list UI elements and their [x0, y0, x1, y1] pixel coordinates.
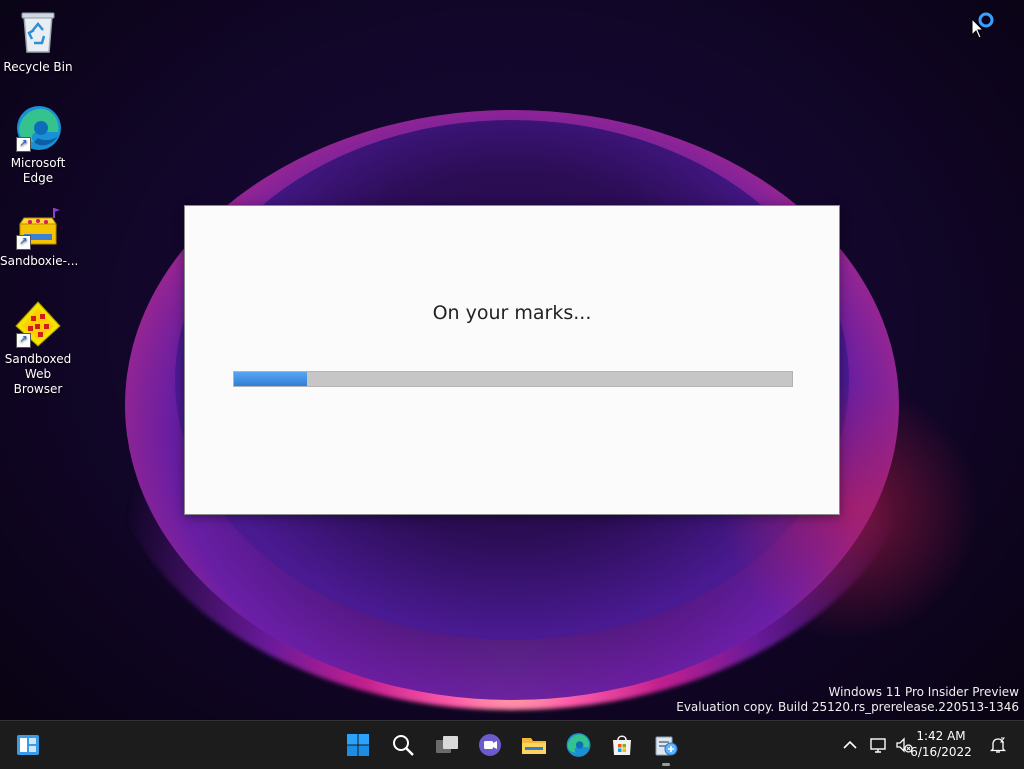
widgets-button[interactable] — [12, 729, 44, 761]
desktop-icon-label: Sandboxed Web Browser — [4, 352, 72, 396]
edge-icon — [566, 733, 591, 757]
task-view-button[interactable] — [431, 729, 463, 761]
teams-chat-icon — [479, 734, 501, 756]
chevron-up-icon — [843, 740, 857, 749]
clock-date: 6/16/2022 — [910, 745, 972, 759]
file-explorer-icon — [522, 738, 546, 754]
edge-icon: ↗ — [14, 104, 62, 152]
shortcut-arrow-icon: ↗ — [16, 137, 31, 152]
file-explorer-button[interactable] — [518, 729, 550, 761]
notification-bell-icon — [989, 737, 1007, 753]
widgets-icon — [17, 735, 39, 755]
progress-bar — [233, 371, 793, 387]
busy-cursor-icon — [971, 12, 1001, 40]
notifications-button[interactable] — [984, 729, 1012, 761]
recycle-bin-icon — [14, 8, 62, 56]
sandboxie-icon: ↗ — [14, 202, 62, 250]
dialog-title: On your marks... — [432, 302, 592, 324]
desktop-icon-sandboxed-browser[interactable]: ↗ Sandboxed Web Browser — [0, 294, 76, 397]
taskbar: 1:42 AM 6/16/2022 — [0, 720, 1024, 769]
watermark-build: Evaluation copy. Build 25120.rs_prerelea… — [676, 700, 1019, 714]
desktop-icon-label: Sandboxie-... — [0, 254, 79, 268]
start-icon — [347, 734, 369, 756]
store-icon — [613, 735, 631, 755]
evaluation-watermark: Windows 11 Pro Insider Preview Evaluatio… — [676, 685, 1019, 715]
show-hidden-icons-button[interactable] — [836, 729, 864, 761]
shortcut-arrow-icon: ↗ — [16, 333, 31, 348]
task-view-icon — [436, 736, 458, 753]
network-button[interactable] — [864, 729, 892, 761]
clock-time: 1:42 AM — [916, 729, 966, 743]
search-button[interactable] — [387, 729, 419, 761]
start-button[interactable] — [342, 729, 374, 761]
shortcut-arrow-icon: ↗ — [16, 235, 31, 250]
desktop-icon-label: Recycle Bin — [3, 60, 73, 74]
desktop-icon-sandboxie[interactable]: ↗ Sandboxie-... — [0, 196, 79, 269]
network-icon — [870, 738, 886, 753]
setup-dialog: On your marks... — [184, 205, 840, 515]
edge-taskbar-button[interactable] — [562, 729, 594, 761]
search-icon — [393, 735, 414, 756]
desktop-icon-label: Microsoft Edge — [10, 156, 66, 185]
running-indicator — [662, 763, 670, 766]
desktop-icon-recycle-bin[interactable]: Recycle Bin — [0, 2, 76, 75]
desktop-icon-edge[interactable]: ↗ Microsoft Edge — [0, 98, 76, 186]
sandboxie-control-icon — [655, 736, 678, 756]
clock[interactable]: 1:42 AM 6/16/2022 — [906, 728, 976, 760]
sandboxie-control-button[interactable] — [650, 729, 682, 766]
store-button[interactable] — [606, 729, 638, 761]
teams-chat-button[interactable] — [474, 729, 506, 761]
sandboxed-browser-icon: ↗ — [14, 300, 62, 348]
watermark-edition: Windows 11 Pro Insider Preview — [828, 685, 1019, 699]
progress-fill — [234, 372, 307, 386]
